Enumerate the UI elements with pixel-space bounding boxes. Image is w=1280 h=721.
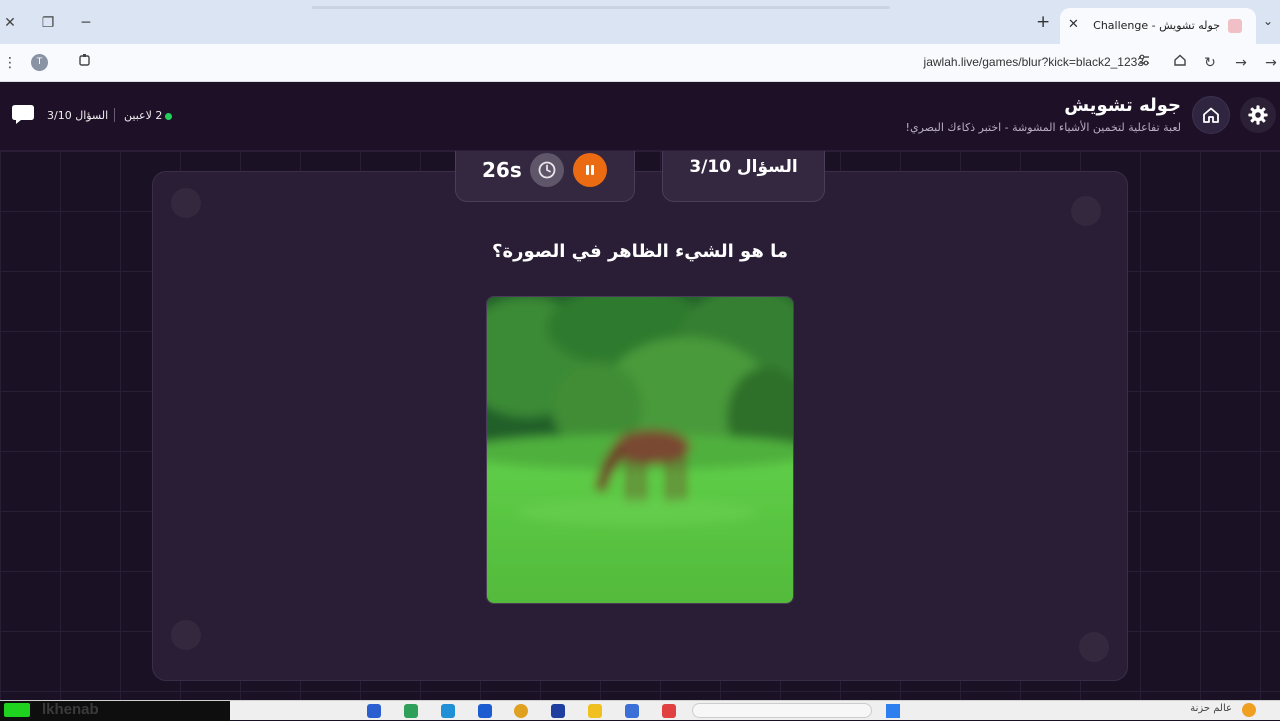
os-taskbar: lkhenab عالم حزنة xyxy=(0,700,1280,721)
clock-icon xyxy=(530,153,564,187)
home-button[interactable] xyxy=(1192,96,1230,134)
tab-hover-bar xyxy=(312,6,890,9)
app-icon[interactable] xyxy=(404,704,418,718)
app-icon[interactable] xyxy=(625,704,639,718)
browser-toolbar: ⋮ T ☆ jawlah.live/games/blur?kick=black2… xyxy=(0,44,1280,82)
app-subtitle: لعبة تفاعلية لتخمين الأشياء المشوشة - اخ… xyxy=(905,121,1181,134)
app-header: جوله تشويش لعبة تفاعلية لتخمين الأشياء ا… xyxy=(0,83,1280,151)
pause-icon-bar xyxy=(591,165,594,175)
header-players-count: 2 لاعبين xyxy=(124,109,163,122)
timer-pill: 26s xyxy=(455,151,635,202)
app-title: جوله تشويش xyxy=(1064,95,1181,116)
tab-search-icon[interactable]: ⌄ xyxy=(1260,14,1276,30)
header-question-counter: السؤال 3/10 xyxy=(47,109,109,122)
favicon-icon xyxy=(1228,19,1242,33)
pause-icon xyxy=(586,165,589,175)
weather-text: عالم حزنة xyxy=(1190,703,1232,714)
app-icon[interactable] xyxy=(662,704,676,718)
card-corner-glow xyxy=(1079,632,1109,662)
online-status-dot xyxy=(165,113,172,120)
app-icon[interactable] xyxy=(367,704,381,718)
card-corner-glow xyxy=(1071,196,1101,226)
card-corner-glow xyxy=(171,188,201,218)
site-settings-icon[interactable] xyxy=(1134,53,1154,73)
app-icon[interactable] xyxy=(551,704,565,718)
gear-icon xyxy=(1248,105,1268,125)
question-counter-label: السؤال 3/10 xyxy=(689,157,798,177)
home-icon xyxy=(1203,107,1219,123)
tab-title: جوله تشويش - Blur Challenge xyxy=(1090,19,1220,32)
folder-icon[interactable] xyxy=(588,704,602,718)
back-icon[interactable]: → xyxy=(1261,53,1280,73)
card-corner-glow xyxy=(171,620,201,650)
chrome-icon[interactable] xyxy=(514,704,528,718)
tab-active[interactable]: جوله تشويش - Blur Challenge ✕ xyxy=(1060,8,1256,44)
pause-button[interactable] xyxy=(573,153,607,187)
app-icon[interactable] xyxy=(441,704,455,718)
profile-avatar[interactable]: T xyxy=(31,54,48,71)
restore-window-icon[interactable]: ❐ xyxy=(40,15,56,31)
question-text: ما هو الشيء الظاهر في الصورة؟ xyxy=(492,241,788,262)
close-window-icon[interactable]: ✕ xyxy=(2,15,18,31)
taskbar-widget-text: lkhenab xyxy=(42,701,99,718)
forward-icon[interactable]: → xyxy=(1231,53,1251,73)
app-icon[interactable] xyxy=(478,704,492,718)
menu-kebab-icon[interactable]: ⋮ xyxy=(0,53,20,73)
question-counter-pill: السؤال 3/10 xyxy=(662,151,825,202)
windows-start-icon[interactable] xyxy=(886,704,900,718)
tab-close-icon[interactable]: ✕ xyxy=(1068,17,1079,32)
home-browser-icon[interactable] xyxy=(1170,53,1190,73)
taskbar-search[interactable] xyxy=(692,703,872,718)
reload-icon[interactable]: ↻ xyxy=(1200,53,1220,73)
header-divider xyxy=(114,108,115,122)
widget-badge-icon xyxy=(4,703,30,717)
blurred-image xyxy=(486,296,794,604)
settings-button[interactable] xyxy=(1240,97,1276,133)
weather-icon[interactable] xyxy=(1242,703,1256,717)
url-text[interactable]: jawlah.live/games/blur?kick=black2_1233 xyxy=(924,55,1144,69)
chat-bubble-icon[interactable] xyxy=(10,101,36,127)
extensions-icon[interactable] xyxy=(75,53,95,73)
timer-value: 26s xyxy=(482,158,522,182)
taskbar-widget[interactable]: lkhenab xyxy=(0,701,230,721)
browser-tabstrip: ✕ ❐ ─ + جوله تشويش - Blur Challenge ✕ ⌄ xyxy=(0,0,1280,44)
new-tab-button[interactable]: + xyxy=(1036,14,1050,31)
minimize-window-icon[interactable]: ─ xyxy=(78,15,94,31)
